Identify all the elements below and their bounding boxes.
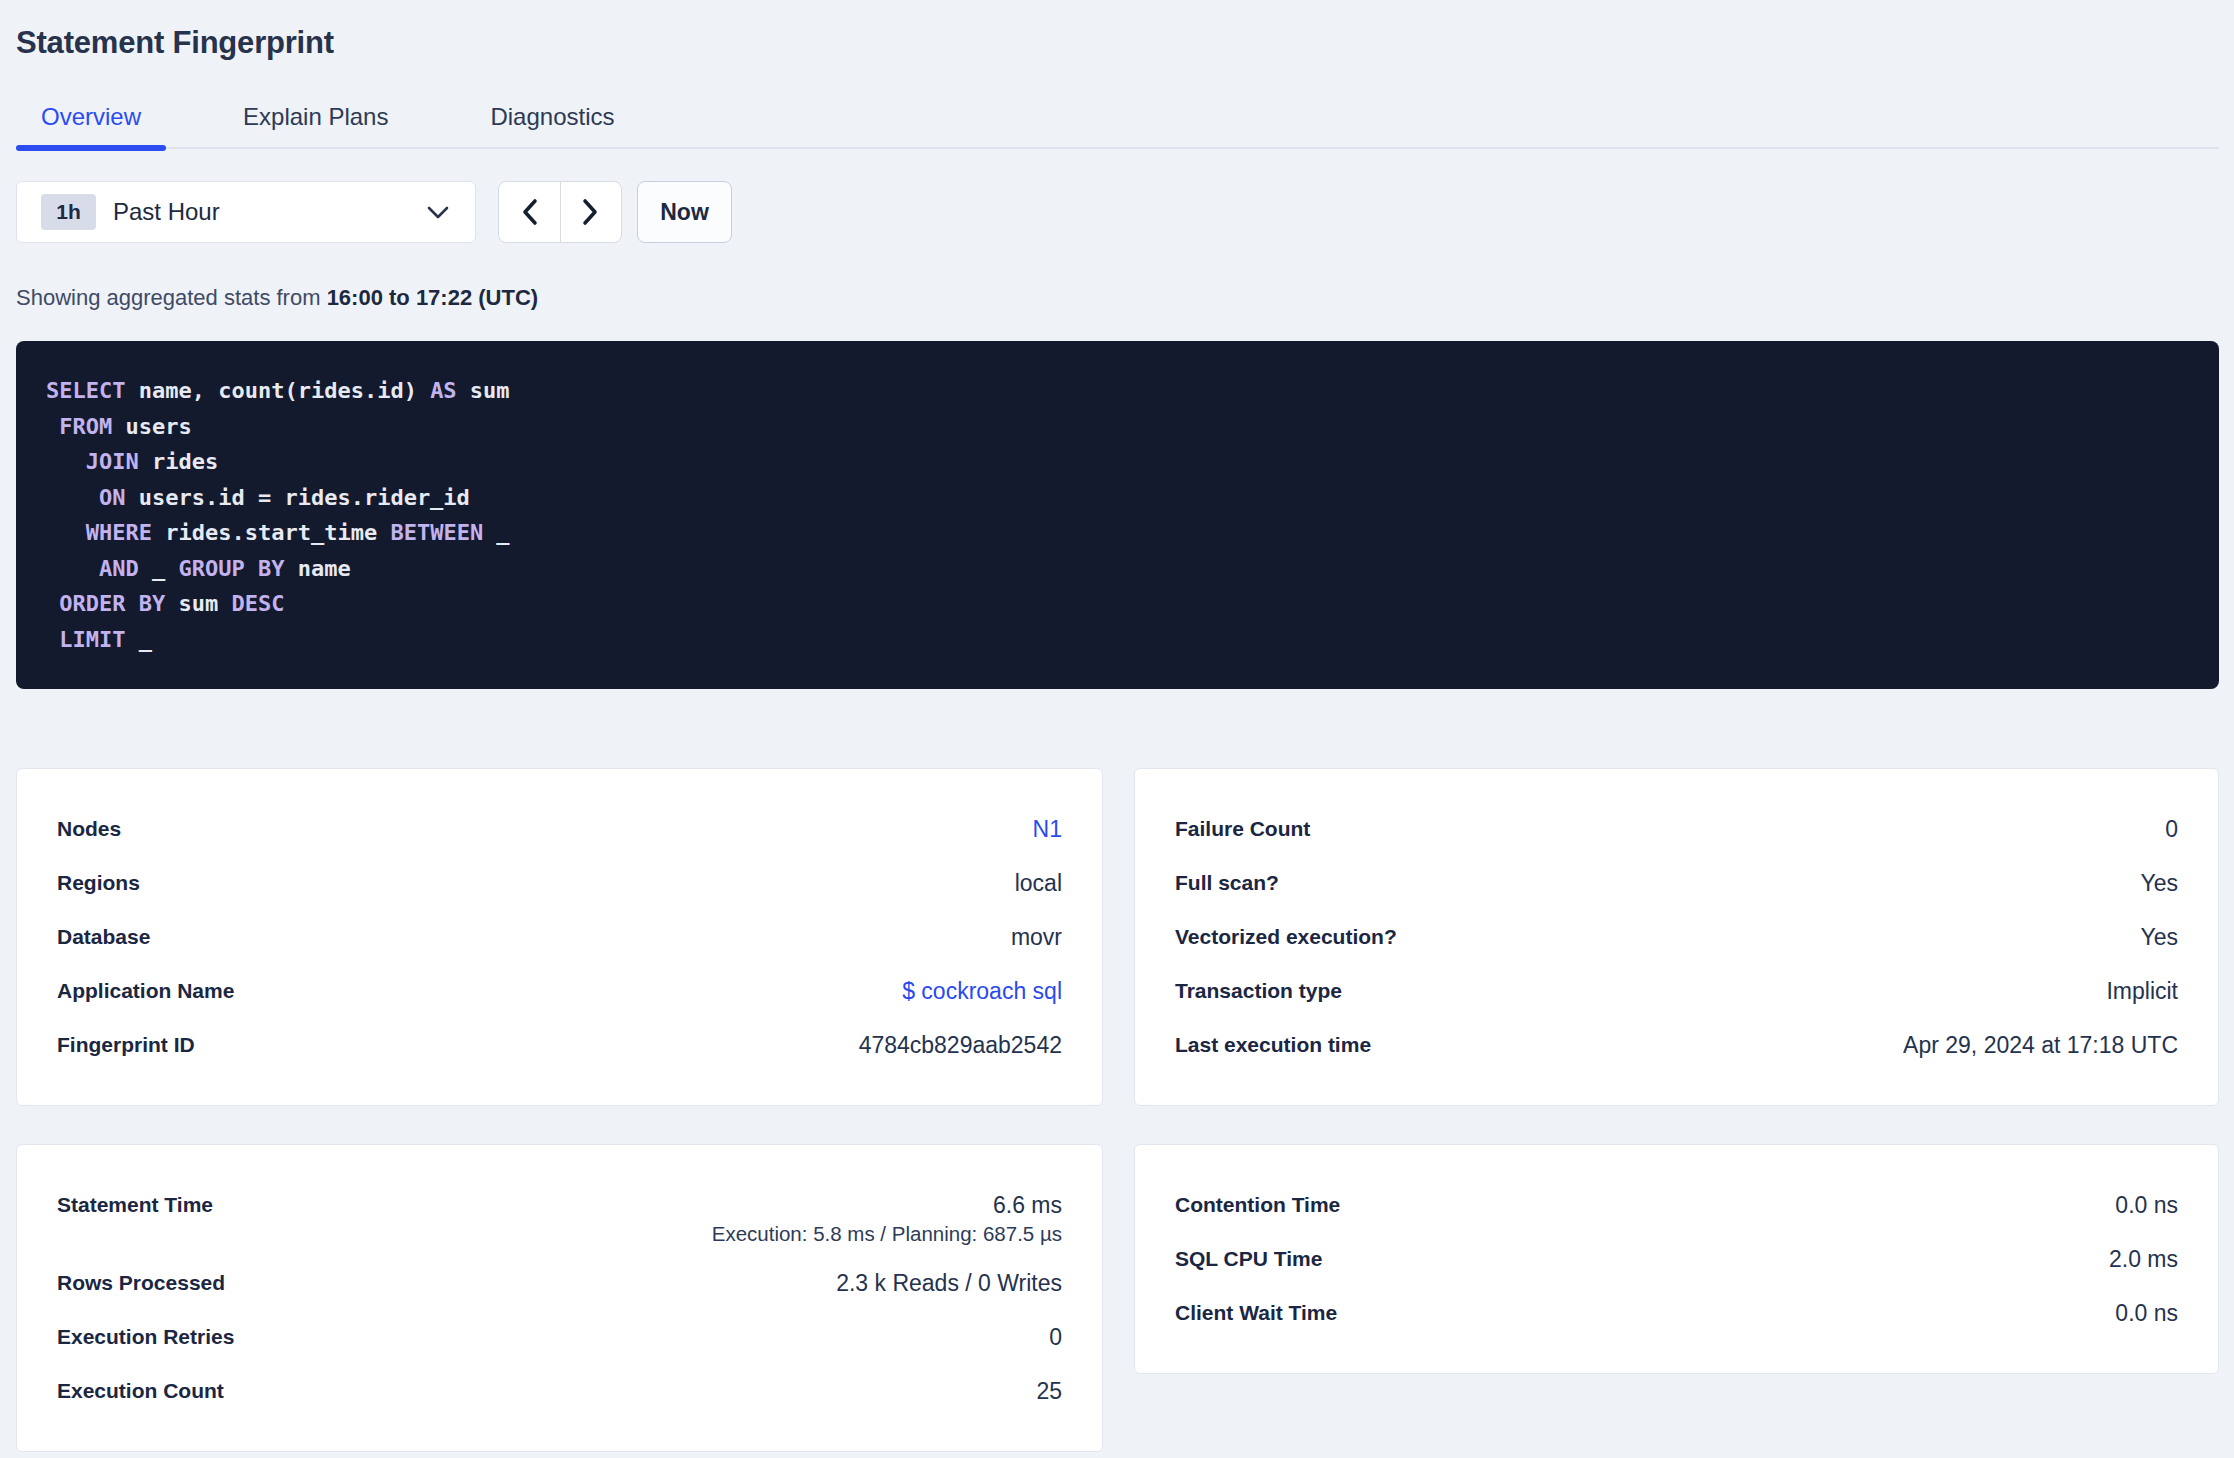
regions-row: Regions local: [57, 870, 1062, 896]
now-button[interactable]: Now: [637, 181, 732, 243]
rows-processed-value: 2.3 k Reads / 0 Writes: [836, 1270, 1062, 1296]
tab-explain-plans[interactable]: Explain Plans: [218, 105, 413, 147]
sql-cpu-time-value: 2.0 ms: [2109, 1246, 2178, 1272]
sql-line: WHERE rides.start_time BETWEEN _: [46, 515, 2189, 551]
application-name-value[interactable]: $ cockroach sql: [902, 978, 1062, 1004]
nodes-label: Nodes: [57, 816, 121, 842]
time-range-dropdown[interactable]: 1h Past Hour: [16, 181, 476, 243]
fingerprint-id-value: 4784cb829aab2542: [859, 1032, 1062, 1058]
tab-overview[interactable]: Overview: [16, 105, 166, 147]
sql-line: AND _ GROUP BY name: [46, 551, 2189, 587]
execution-retries-row: Execution Retries 0: [57, 1324, 1062, 1350]
overview-details-left-card: Nodes N1 Regions local Database movr Applicati…: [16, 768, 1103, 1106]
full-scan-label: Full scan?: [1175, 870, 1279, 896]
client-wait-time-label: Client Wait Time: [1175, 1300, 1337, 1326]
time-range-label: Past Hour: [113, 198, 220, 226]
nodes-row: Nodes N1: [57, 816, 1062, 842]
fingerprint-id-label: Fingerprint ID: [57, 1032, 195, 1058]
tab-bar: Overview Explain Plans Diagnostics: [16, 105, 2219, 149]
nodes-value[interactable]: N1: [1033, 816, 1062, 842]
failure-count-row: Failure Count 0: [1175, 816, 2178, 842]
fingerprint-id-row: Fingerprint ID 4784cb829aab2542: [57, 1032, 1062, 1058]
time-window-arrows: [498, 181, 622, 243]
execution-retries-label: Execution Retries: [57, 1324, 234, 1350]
execution-stats-right-card: Contention Time 0.0 ns SQL CPU Time 2.0 ms C…: [1134, 1144, 2219, 1374]
rows-processed-row: Rows Processed 2.3 k Reads / 0 Writes: [57, 1270, 1062, 1296]
contention-time-label: Contention Time: [1175, 1192, 1340, 1218]
sql-line: ORDER BY sum DESC: [46, 586, 2189, 622]
execution-count-label: Execution Count: [57, 1378, 224, 1404]
execution-retries-value: 0: [1049, 1324, 1062, 1350]
transaction-type-label: Transaction type: [1175, 978, 1342, 1004]
application-name-label: Application Name: [57, 978, 234, 1004]
sql-cpu-time-row: SQL CPU Time 2.0 ms: [1175, 1246, 2178, 1272]
last-execution-time-row: Last execution time Apr 29, 2024 at 17:18…: [1175, 1032, 2178, 1058]
sql-line: SELECT name, count(rides.id) AS sum: [46, 373, 2189, 409]
sql-line: LIMIT _: [46, 622, 2189, 658]
vectorized-execution-row: Vectorized execution? Yes: [1175, 924, 2178, 950]
page-title: Statement Fingerprint: [16, 26, 2219, 60]
summary-cards: Nodes N1 Regions local Database movr Applicati…: [16, 768, 2219, 1452]
database-label: Database: [57, 924, 150, 950]
database-value: movr: [1011, 924, 1062, 950]
execution-count-value: 25: [1036, 1378, 1062, 1404]
sql-statement-box: SELECT name, count(rides.id) AS sum FROM…: [16, 341, 2219, 689]
tab-diagnostics[interactable]: Diagnostics: [465, 105, 639, 147]
sql-line: FROM users: [46, 409, 2189, 445]
aggregated-stats-line: Showing aggregated stats from 16:00 to 1…: [16, 285, 2219, 311]
overview-details-right-card: Failure Count0Full scan?YesVectorized ex…: [1134, 768, 2219, 1106]
time-controls: 1h Past Hour Now: [16, 181, 2219, 243]
contention-time-value: 0.0 ns: [2115, 1192, 2178, 1218]
last-execution-time-value: Apr 29, 2024 at 17:18 UTC: [1903, 1032, 2178, 1058]
chevron-down-icon: [427, 206, 449, 219]
aggregated-stats-prefix: Showing aggregated stats from: [16, 285, 327, 310]
client-wait-time-value: 0.0 ns: [2115, 1300, 2178, 1326]
execution-stats-left-card: Statement Time 6.6 msExecution: 5.8 ms / …: [16, 1144, 1103, 1452]
sql-cpu-time-label: SQL CPU Time: [1175, 1246, 1322, 1272]
chevron-right-icon: [582, 198, 599, 226]
contention-time-row: Contention Time 0.0 ns: [1175, 1192, 2178, 1218]
sql-line: JOIN rides: [46, 444, 2189, 480]
aggregated-stats-range: 16:00 to 17:22 (UTC): [327, 285, 539, 310]
client-wait-time-row: Client Wait Time 0.0 ns: [1175, 1300, 2178, 1326]
statement-time-value: 6.6 ms: [712, 1192, 1062, 1218]
last-execution-time-label: Last execution time: [1175, 1032, 1371, 1058]
vectorized-execution-value: Yes: [2140, 924, 2178, 950]
failure-count-value: 0: [2165, 816, 2178, 842]
transaction-type-value: Implicit: [2106, 978, 2178, 1004]
database-row: Database movr: [57, 924, 1062, 950]
transaction-type-row: Transaction type Implicit: [1175, 978, 2178, 1004]
next-time-window-button[interactable]: [561, 182, 622, 242]
sql-line: ON users.id = rides.rider_id: [46, 480, 2189, 516]
statement-time-row: Statement Time 6.6 msExecution: 5.8 ms / …: [57, 1192, 1062, 1248]
regions-value: local: [1015, 870, 1062, 896]
previous-time-window-button[interactable]: [499, 182, 561, 242]
vectorized-execution-label: Vectorized execution?: [1175, 924, 1397, 950]
page: Statement Fingerprint Overview Explain P…: [0, 26, 2234, 1452]
full-scan-row: Full scan? Yes: [1175, 870, 2178, 896]
chevron-left-icon: [521, 198, 538, 226]
statement-time-label: Statement Time: [57, 1192, 213, 1218]
full-scan-value: Yes: [2140, 870, 2178, 896]
statement-time-subvalue: Execution: 5.8 ms / Planning: 687.5 µs: [712, 1220, 1062, 1248]
rows-processed-label: Rows Processed: [57, 1270, 225, 1296]
application-name-row: Application Name $ cockroach sql: [57, 978, 1062, 1004]
execution-count-row: Execution Count 25: [57, 1378, 1062, 1404]
regions-label: Regions: [57, 870, 140, 896]
failure-count-label: Failure Count: [1175, 816, 1310, 842]
time-range-badge: 1h: [41, 194, 96, 230]
